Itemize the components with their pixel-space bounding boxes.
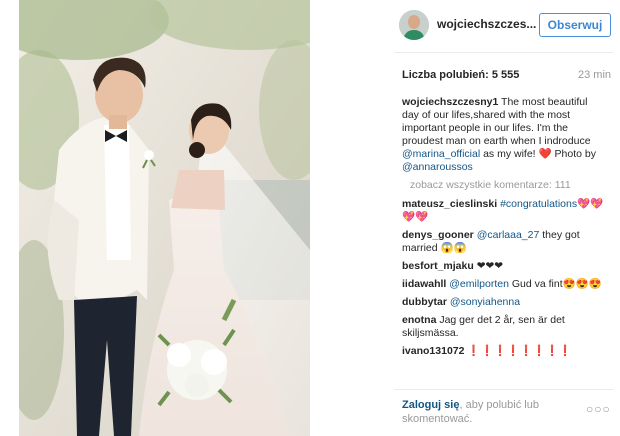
caption-text-2: as my wife! bbox=[480, 148, 539, 160]
post-header: wojciechszczes... Obserwuj bbox=[310, 0, 620, 52]
comment-mention[interactable]: @sonyiahenna bbox=[450, 296, 520, 308]
more-options-icon[interactable]: ○○○ bbox=[586, 402, 611, 416]
comment-username[interactable]: dubbytar bbox=[402, 296, 447, 308]
header-divider bbox=[394, 52, 613, 53]
avatar-image bbox=[399, 10, 429, 40]
caption: wojciechszczesny1 The most beautiful day… bbox=[402, 96, 604, 174]
list-item: mateusz_cieslinski #congratulations💖💖💖💖 bbox=[402, 198, 604, 224]
caption-username[interactable]: wojciechszczesny1 bbox=[402, 96, 498, 108]
comment-items: mateusz_cieslinski #congratulations💖💖💖💖 d… bbox=[402, 198, 604, 358]
comment-username[interactable]: iidawahll bbox=[402, 278, 446, 290]
post-time[interactable]: 23 min bbox=[578, 69, 611, 81]
comment-username[interactable]: besfort_mjaku bbox=[402, 260, 474, 272]
wedding-photo-illustration bbox=[19, 0, 310, 436]
view-all-comments-link[interactable]: zobacz wszystkie komentarze: 111 bbox=[410, 179, 604, 192]
comment-username[interactable]: ivano131072 bbox=[402, 345, 464, 357]
comments-list: wojciechszczesny1 The most beautiful day… bbox=[402, 96, 604, 386]
login-prompt: Zaloguj się, aby polubić lub skomentować… bbox=[402, 398, 572, 426]
post-photo bbox=[19, 0, 310, 436]
comment-username[interactable]: enotna bbox=[402, 314, 436, 326]
list-item: enotna Jag ger det 2 år, sen är det skil… bbox=[402, 314, 604, 340]
post-username[interactable]: wojciechszczes... bbox=[437, 17, 536, 31]
comment-username[interactable]: mateusz_cieslinski bbox=[402, 198, 497, 210]
list-item: besfort_mjaku ❤❤❤ bbox=[402, 260, 604, 273]
post-sidebar: wojciechszczes... Obserwuj Liczba polubi… bbox=[310, 0, 620, 436]
avatar[interactable] bbox=[399, 10, 429, 40]
comment-text: ❗❗❗❗❗❗❗❗ bbox=[464, 345, 572, 357]
caption-mention-1[interactable]: @marina_official bbox=[402, 148, 480, 160]
comment-emoji: 😍😍😍 bbox=[562, 278, 602, 290]
login-link[interactable]: Zaloguj się bbox=[402, 399, 459, 411]
comment-username[interactable]: denys_gooner bbox=[402, 229, 474, 241]
caption-mention-2[interactable]: @annaroussos bbox=[402, 161, 473, 173]
comment-emoji: 😱😱 bbox=[440, 242, 467, 254]
comment-mention[interactable]: @emilporten bbox=[449, 278, 509, 290]
caption-text-3: Photo by bbox=[551, 148, 596, 160]
comment-text: ❤❤❤ bbox=[473, 260, 504, 272]
comment-mention[interactable]: #congratulations bbox=[500, 198, 577, 210]
post-footer: Zaloguj się, aby polubić lub skomentować… bbox=[394, 389, 613, 436]
follow-button[interactable]: Obserwuj bbox=[539, 13, 611, 37]
comment-text: Gud va fint bbox=[508, 278, 563, 290]
list-item: dubbytar @sonyiahenna bbox=[402, 296, 604, 309]
comment-mention[interactable]: @carlaaa_27 bbox=[477, 229, 540, 241]
list-item: denys_gooner @carlaaa_27 they got marrie… bbox=[402, 229, 604, 255]
heart-emoji: ❤️ bbox=[538, 148, 552, 160]
list-item: ivano131072 ❗❗❗❗❗❗❗❗ bbox=[402, 345, 604, 358]
list-item: iidawahll @emilporten Gud va fint😍😍😍 bbox=[402, 278, 604, 291]
likes-count[interactable]: Liczba polubień: 5 555 bbox=[402, 69, 519, 81]
